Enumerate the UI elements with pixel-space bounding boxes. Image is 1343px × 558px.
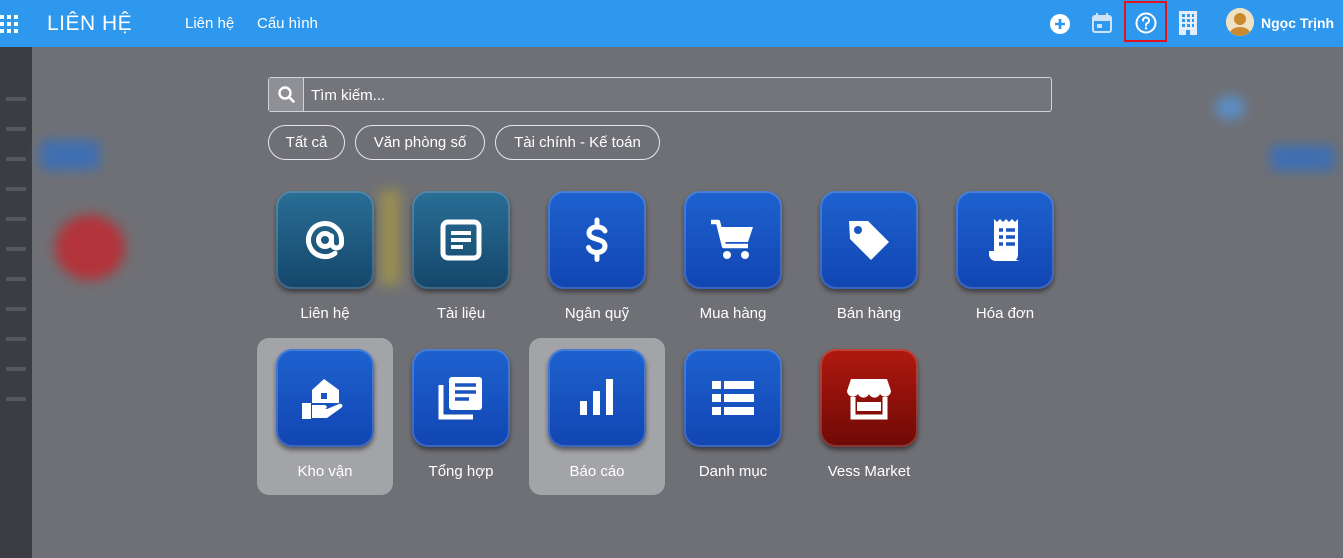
app-icon-box bbox=[684, 349, 782, 447]
background-blur-blob bbox=[55, 215, 125, 280]
store-icon bbox=[847, 379, 891, 420]
bar-chart-icon bbox=[580, 379, 613, 415]
search-input[interactable] bbox=[309, 78, 1043, 113]
app-tile-kho-van[interactable]: Kho vận bbox=[257, 338, 393, 495]
app-tile-bao-cao[interactable]: Báo cáo bbox=[529, 338, 665, 495]
app-tile-danh-muc[interactable]: Danh mục bbox=[665, 338, 801, 495]
warehouse-hand-icon bbox=[302, 379, 343, 419]
app-label: Ngân quỹ bbox=[564, 305, 630, 322]
app-label: Báo cáo bbox=[569, 463, 625, 480]
user-name[interactable]: Ngọc Trịnh bbox=[1261, 15, 1334, 31]
top-navbar: LIÊN HỆ Liên hệ Cấu hình Ngọc Trịnh bbox=[0, 0, 1343, 47]
nav-item-cau-hinh[interactable]: Cấu hình bbox=[257, 15, 318, 32]
nav-item-lien-he[interactable]: Liên hệ bbox=[185, 15, 234, 32]
filter-tai-chinh-ke-toan[interactable]: Tài chính - Kế toán bbox=[495, 125, 660, 160]
app-icon-box bbox=[276, 191, 374, 289]
app-label: Danh mục bbox=[698, 463, 768, 480]
app-icon-box bbox=[548, 349, 646, 447]
apps-grid-icon[interactable] bbox=[0, 15, 18, 33]
app-label: Mua hàng bbox=[699, 305, 767, 322]
app-tile-mua-hang[interactable]: Mua hàng bbox=[665, 180, 801, 337]
app-tile-vess-market[interactable]: Vess Market bbox=[801, 338, 937, 495]
app-title: LIÊN HỆ bbox=[47, 12, 133, 35]
list-icon bbox=[712, 381, 754, 415]
filter-van-phong-so[interactable]: Văn phòng số bbox=[355, 125, 485, 160]
app-tile-tai-lieu[interactable]: Tài liệu bbox=[393, 180, 529, 337]
app-icon-box bbox=[412, 191, 510, 289]
app-label: Liên hệ bbox=[300, 305, 350, 322]
app-label: Hóa đơn bbox=[975, 305, 1035, 322]
tag-icon bbox=[849, 221, 889, 260]
app-label: Kho vận bbox=[297, 463, 353, 480]
app-icon-box bbox=[548, 191, 646, 289]
app-tile-hoa-don[interactable]: Hóa đơn bbox=[937, 180, 1073, 337]
app-icon-box bbox=[684, 191, 782, 289]
app-tile-ngan-quy[interactable]: Ngân quỹ bbox=[529, 180, 665, 337]
app-label: Bán hàng bbox=[836, 305, 902, 322]
receipt-icon bbox=[989, 219, 1020, 261]
filter-tat-ca[interactable]: Tất cả bbox=[268, 125, 345, 160]
background-left-nav bbox=[0, 47, 32, 558]
help-circle-icon[interactable] bbox=[1134, 11, 1158, 35]
dollar-icon bbox=[586, 217, 608, 262]
document-icon bbox=[440, 219, 482, 261]
at-sign-icon bbox=[306, 221, 344, 260]
app-tile-lien-he[interactable]: Liên hệ bbox=[257, 180, 393, 337]
plus-circle-icon[interactable] bbox=[1048, 12, 1072, 36]
app-icon-box bbox=[412, 349, 510, 447]
app-tile-tong-hop[interactable]: Tổng hợp bbox=[393, 338, 529, 495]
app-label: Vess Market bbox=[827, 463, 911, 480]
app-icon-box bbox=[820, 191, 918, 289]
calendar-icon[interactable] bbox=[1090, 11, 1114, 35]
app-icon-box bbox=[820, 349, 918, 447]
cart-icon bbox=[711, 219, 753, 259]
search-button[interactable] bbox=[269, 78, 304, 111]
background-blur-blob bbox=[40, 140, 100, 170]
app-icon-box bbox=[276, 349, 374, 447]
app-label: Tài liệu bbox=[436, 305, 486, 322]
background-blur-blob bbox=[1215, 95, 1245, 120]
library-icon bbox=[438, 377, 482, 420]
avatar[interactable] bbox=[1226, 8, 1254, 36]
app-icon-box bbox=[956, 191, 1054, 289]
background-blur-blob bbox=[1270, 145, 1335, 171]
app-tile-ban-hang[interactable]: Bán hàng bbox=[801, 180, 937, 337]
search-bar bbox=[268, 77, 1052, 113]
building-icon[interactable] bbox=[1176, 10, 1200, 35]
app-label: Tổng hợp bbox=[428, 463, 494, 480]
